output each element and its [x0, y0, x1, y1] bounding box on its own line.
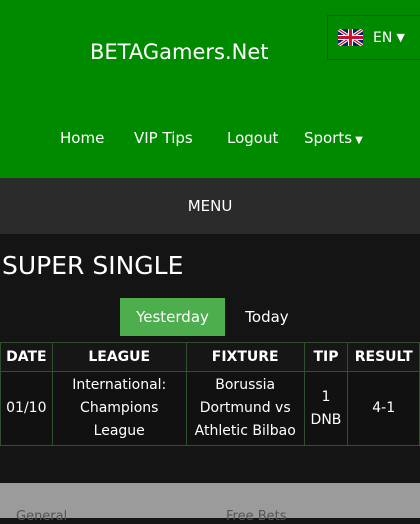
nav-sports[interactable]: Sports ▼	[304, 129, 363, 147]
language-selector[interactable]: EN ▼	[327, 15, 420, 60]
cell-result: 4-1	[347, 371, 420, 446]
caret-down-icon: ▼	[355, 135, 363, 146]
cell-tip: 1 DNB	[303, 371, 349, 446]
site-footer: General Free Bets	[0, 483, 420, 524]
table-row: 01/10 International: Champions League Bo…	[0, 371, 420, 446]
caret-down-icon: ▼	[396, 31, 405, 44]
site-header: BETAGamers.Net EN ▼ Home VIP Tips Logout…	[0, 0, 420, 178]
column-header-tip: TIP	[303, 342, 349, 372]
menu-toggle[interactable]: MENU	[0, 178, 420, 234]
footer-free-bets-link[interactable]: Free Bets	[226, 509, 287, 524]
nav-sports-label: Sports	[304, 129, 353, 147]
cell-fixture: Borussia Dortmund vs Athletic Bilbao	[185, 371, 305, 446]
column-header-league: LEAGUE	[51, 342, 187, 372]
column-header-date: DATE	[0, 342, 53, 372]
tips-table: DATE LEAGUE FIXTURE TIP RESULT 01/10 Int…	[0, 342, 420, 446]
tab-yesterday[interactable]: Yesterday	[120, 298, 225, 336]
table-header-row: DATE LEAGUE FIXTURE TIP RESULT	[0, 342, 420, 372]
cell-date: 01/10	[0, 371, 53, 446]
nav-vip-tips[interactable]: VIP Tips	[134, 129, 193, 147]
main-nav: Home VIP Tips Logout Sports ▼	[0, 129, 420, 149]
site-brand[interactable]: BETAGamers.Net	[90, 40, 269, 64]
page-title: SUPER SINGLE	[2, 251, 184, 280]
column-header-result: RESULT	[347, 342, 420, 372]
nav-home[interactable]: Home	[60, 129, 104, 147]
language-code: EN	[373, 29, 393, 46]
column-header-fixture: FIXTURE	[185, 342, 305, 372]
tab-today[interactable]: Today	[225, 298, 309, 336]
cell-league: International: Champions League	[51, 371, 187, 446]
footer-general-link[interactable]: General	[16, 509, 67, 524]
nav-logout[interactable]: Logout	[227, 129, 278, 147]
menu-label: MENU	[187, 197, 233, 215]
day-tabs: Yesterday Today	[120, 298, 309, 336]
uk-flag-icon	[338, 29, 363, 46]
